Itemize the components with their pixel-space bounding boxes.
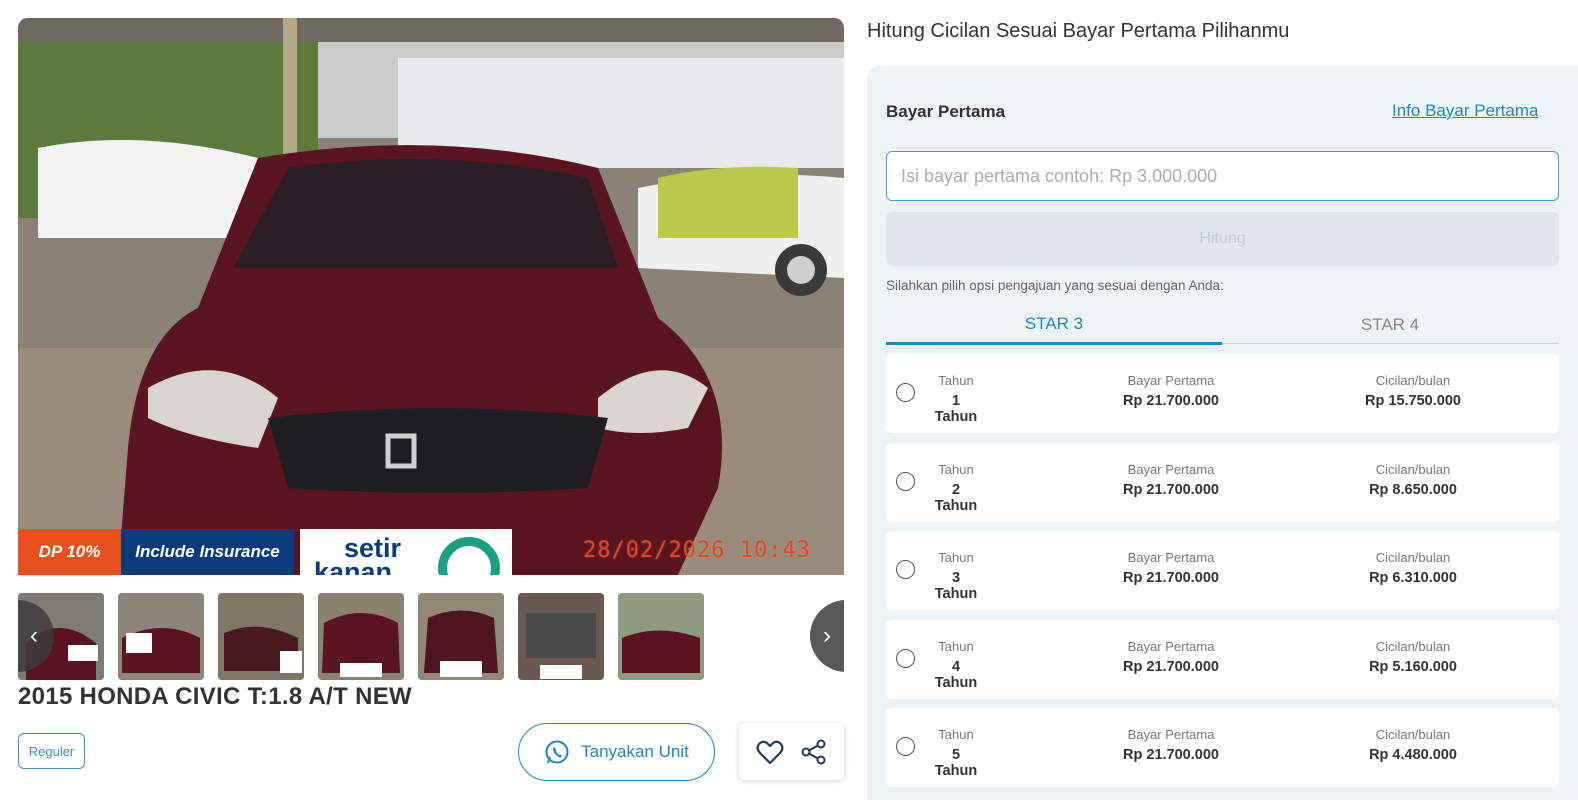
cicilan-value: Rp 15.750.000 — [1365, 393, 1461, 409]
installment-option[interactable]: Tahun 3 Tahun Bayar Pertama Rp 21.700.00… — [886, 531, 1559, 610]
hitung-button[interactable]: Hitung — [886, 212, 1559, 266]
steering-wheel-icon — [438, 537, 500, 575]
thumbnail-image — [218, 593, 304, 680]
tenor-value: 1 Tahun — [934, 393, 978, 425]
page: DP 10% Include Insurance setir kanan 28/… — [0, 0, 1578, 800]
cicilan-column: Cicilan/bulan Rp 8.650.000 — [1342, 462, 1484, 498]
share-icon[interactable] — [801, 739, 827, 765]
cicilan-label: Cicilan/bulan — [1375, 639, 1451, 654]
cicilan-value: Rp 5.160.000 — [1369, 659, 1457, 675]
thumbnail-image — [518, 593, 604, 680]
installment-option[interactable]: Tahun 2 Tahun Bayar Pertama Rp 21.700.00… — [886, 443, 1559, 522]
bayar-value: Rp 21.700.000 — [1123, 659, 1219, 675]
setir-kanan-logo: setir kanan — [300, 529, 512, 575]
cicilan-column: Cicilan/bulan Rp 5.160.000 — [1342, 639, 1484, 675]
installment-option[interactable]: Tahun 1 Tahun Bayar Pertama Rp 21.700.00… — [886, 354, 1559, 433]
option-radio[interactable] — [896, 737, 915, 756]
thumbnail[interactable] — [518, 593, 604, 680]
cicilan-column: Cicilan/bulan Rp 6.310.000 — [1342, 550, 1484, 586]
thumbnail[interactable] — [618, 593, 704, 680]
insurance-badge: Include Insurance — [121, 529, 294, 575]
thumbnail-next-button[interactable]: › — [810, 600, 844, 672]
bayar-column: Bayar Pertama Rp 21.700.000 — [1100, 462, 1242, 498]
tenor-column: Tahun 2 Tahun — [930, 462, 982, 514]
option-radio[interactable] — [896, 649, 915, 668]
thumbnail-image — [618, 593, 704, 680]
bayar-column: Bayar Pertama Rp 21.700.000 — [1100, 639, 1242, 675]
chevron-left-icon: ‹ — [30, 622, 38, 649]
cicilan-value: Rp 8.650.000 — [1369, 482, 1457, 498]
thumbnail-strip: ‹ › — [18, 593, 844, 681]
bayar-value: Rp 21.700.000 — [1123, 393, 1219, 409]
cicilan-column: Cicilan/bulan Rp 4.480.000 — [1342, 727, 1484, 763]
reguler-tag: Reguler — [18, 733, 85, 769]
star-tabs: STAR 3 STAR 4 — [886, 306, 1559, 345]
bayar-label: Bayar Pertama — [1127, 462, 1215, 477]
thumbnail[interactable] — [218, 593, 304, 680]
cicilan-value: Rp 4.480.000 — [1369, 747, 1457, 763]
option-radio[interactable] — [896, 472, 915, 491]
tenor-label: Tahun — [938, 373, 974, 388]
calculator-title: Hitung Cicilan Sesuai Bayar Pertama Pili… — [867, 20, 1290, 42]
logo-text-2: kanan — [314, 557, 393, 576]
tenor-column: Tahun 1 Tahun — [930, 373, 982, 425]
cicilan-label: Cicilan/bulan — [1375, 462, 1451, 477]
whatsapp-icon — [545, 740, 569, 764]
cicilan-label: Cicilan/bulan — [1375, 550, 1451, 565]
bayar-label: Bayar Pertama — [1127, 373, 1215, 388]
tenor-value: 3 Tahun — [934, 570, 978, 602]
tenor-label: Tahun — [938, 639, 974, 654]
bayar-pertama-input[interactable] — [886, 151, 1559, 201]
tenor-label: Tahun — [938, 550, 974, 565]
tenor-label: Tahun — [938, 727, 974, 742]
cicilan-value: Rp 6.310.000 — [1369, 570, 1457, 586]
cicilan-label: Cicilan/bulan — [1375, 727, 1451, 742]
heart-icon[interactable] — [756, 739, 784, 765]
bayar-value: Rp 21.700.000 — [1123, 747, 1219, 763]
action-box — [739, 723, 844, 780]
thumbnail[interactable] — [418, 593, 504, 680]
ask-unit-label: Tanyakan Unit — [581, 742, 689, 761]
installment-option[interactable]: Tahun 4 Tahun Bayar Pertama Rp 21.700.00… — [886, 620, 1559, 699]
bayar-value: Rp 21.700.000 — [1123, 482, 1219, 498]
chevron-right-icon: › — [823, 622, 831, 649]
tenor-label: Tahun — [938, 462, 974, 477]
installment-option[interactable]: Tahun 5 Tahun Bayar Pertama Rp 21.700.00… — [886, 708, 1559, 787]
dp-badge: DP 10% — [18, 529, 121, 575]
tenor-column: Tahun 5 Tahun — [930, 727, 982, 779]
tab-star-3[interactable]: STAR 3 — [886, 306, 1222, 345]
option-radio[interactable] — [896, 383, 915, 402]
option-hint: Silahkan pilih opsi pengajuan yang sesua… — [886, 278, 1224, 293]
tenor-value: 2 Tahun — [934, 482, 978, 514]
bayar-column: Bayar Pertama Rp 21.700.000 — [1100, 550, 1242, 586]
bayar-value: Rp 21.700.000 — [1123, 570, 1219, 586]
main-car-photo[interactable]: DP 10% Include Insurance setir kanan 28/… — [18, 18, 844, 575]
tenor-column: Tahun 4 Tahun — [930, 639, 982, 691]
thumbnail[interactable] — [318, 593, 404, 680]
tenor-value: 5 Tahun — [934, 747, 978, 779]
info-bayar-pertama-link[interactable]: Info Bayar Pertama — [1392, 101, 1538, 121]
cicilan-label: Cicilan/bulan — [1375, 373, 1451, 388]
photo-timestamp: 28/02/2026 10:43 — [583, 538, 811, 563]
tenor-column: Tahun 3 Tahun — [930, 550, 982, 602]
thumbnail-image — [318, 593, 404, 680]
bayar-label: Bayar Pertama — [1127, 550, 1215, 565]
bayar-column: Bayar Pertama Rp 21.700.000 — [1100, 727, 1242, 763]
bayar-label: Bayar Pertama — [1127, 727, 1215, 742]
tenor-value: 4 Tahun — [934, 659, 978, 691]
car-photo-illustration — [18, 18, 844, 575]
thumbnail[interactable] — [118, 593, 204, 680]
bayar-label: Bayar Pertama — [1127, 639, 1215, 654]
cicilan-column: Cicilan/bulan Rp 15.750.000 — [1342, 373, 1484, 409]
car-title: 2015 HONDA CIVIC T:1.8 A/T NEW — [18, 683, 412, 710]
thumbnail-image — [418, 593, 504, 680]
bayar-pertama-label: Bayar Pertama — [886, 102, 1006, 121]
tab-star-4[interactable]: STAR 4 — [1222, 306, 1558, 344]
thumbnail-image — [118, 593, 204, 680]
bayar-column: Bayar Pertama Rp 21.700.000 — [1100, 373, 1242, 409]
ask-unit-button[interactable]: Tanyakan Unit — [518, 723, 715, 781]
option-radio[interactable] — [896, 560, 915, 579]
